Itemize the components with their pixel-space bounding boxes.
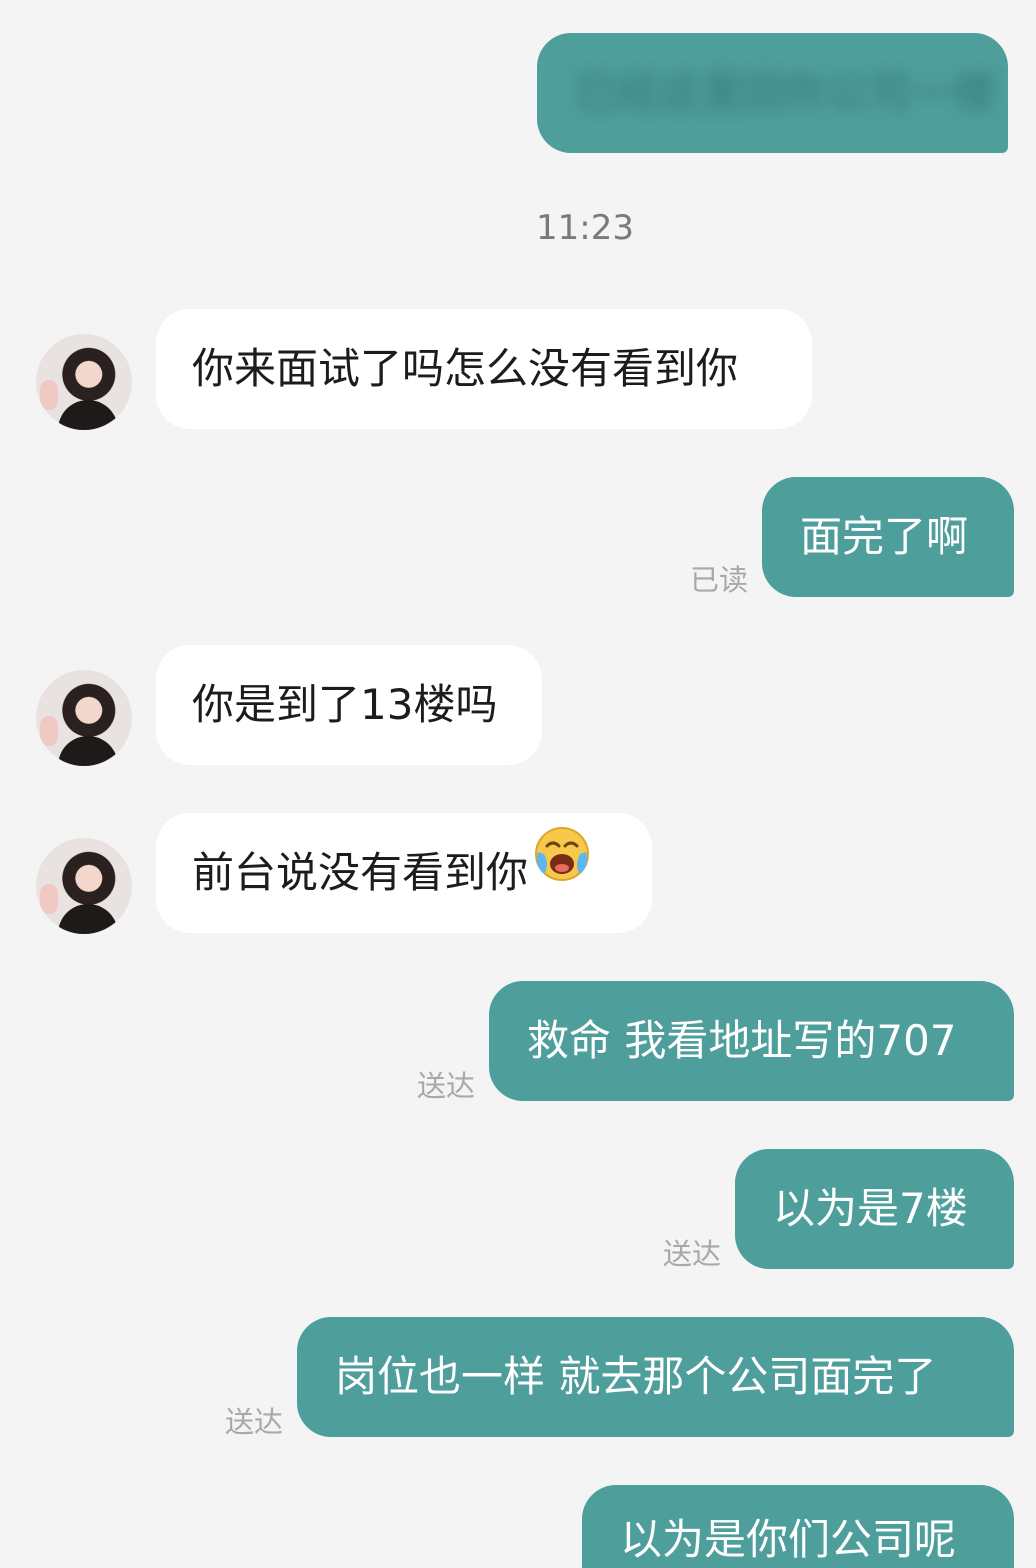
- message-bubble-outgoing[interactable]: 已经这里回你公司一楼: [537, 33, 1008, 153]
- delivered-status: 送达: [663, 1237, 722, 1271]
- read-status: 已读: [690, 563, 749, 597]
- message-bubble-incoming[interactable]: 前台说没有看到你: [156, 813, 652, 933]
- message-bubble-incoming[interactable]: 你来面试了吗怎么没有看到你: [156, 309, 812, 429]
- message-text: 以为是7楼: [773, 1184, 968, 1233]
- message-bubble-incoming[interactable]: 你是到了13楼吗: [156, 645, 542, 765]
- message-bubble-outgoing[interactable]: 以为是你们公司呢: [582, 1485, 1014, 1568]
- contact-avatar[interactable]: [36, 670, 132, 766]
- message-text-blurred: 已经这里回你公司一楼: [575, 68, 996, 117]
- delivered-status: 送达: [417, 1069, 476, 1103]
- message-text: 面完了啊: [800, 512, 969, 561]
- message-bubble-outgoing[interactable]: 以为是7楼: [735, 1149, 1014, 1269]
- message-bubble-outgoing[interactable]: 救命 我看地址写的707: [489, 981, 1014, 1101]
- contact-avatar[interactable]: [36, 838, 132, 934]
- message-text: 以为是你们公司呢: [620, 1515, 957, 1564]
- message-text: 岗位也一样 就去那个公司面完了: [335, 1352, 937, 1401]
- delivered-status: 送达: [225, 1405, 284, 1439]
- message-bubble-outgoing[interactable]: 面完了啊: [762, 477, 1014, 597]
- message-text: 前台说没有看到你: [192, 848, 529, 897]
- message-bubble-outgoing[interactable]: 岗位也一样 就去那个公司面完了: [297, 1317, 1014, 1437]
- loudly-crying-laughing-emoji: [530, 813, 594, 932]
- message-text: 救命 我看地址写的707: [527, 1016, 957, 1065]
- message-text: 你来面试了吗怎么没有看到你: [192, 344, 739, 393]
- message-text: 你是到了13楼吗: [192, 680, 498, 729]
- contact-avatar[interactable]: [36, 334, 132, 430]
- message-timestamp: 11:23: [536, 208, 634, 248]
